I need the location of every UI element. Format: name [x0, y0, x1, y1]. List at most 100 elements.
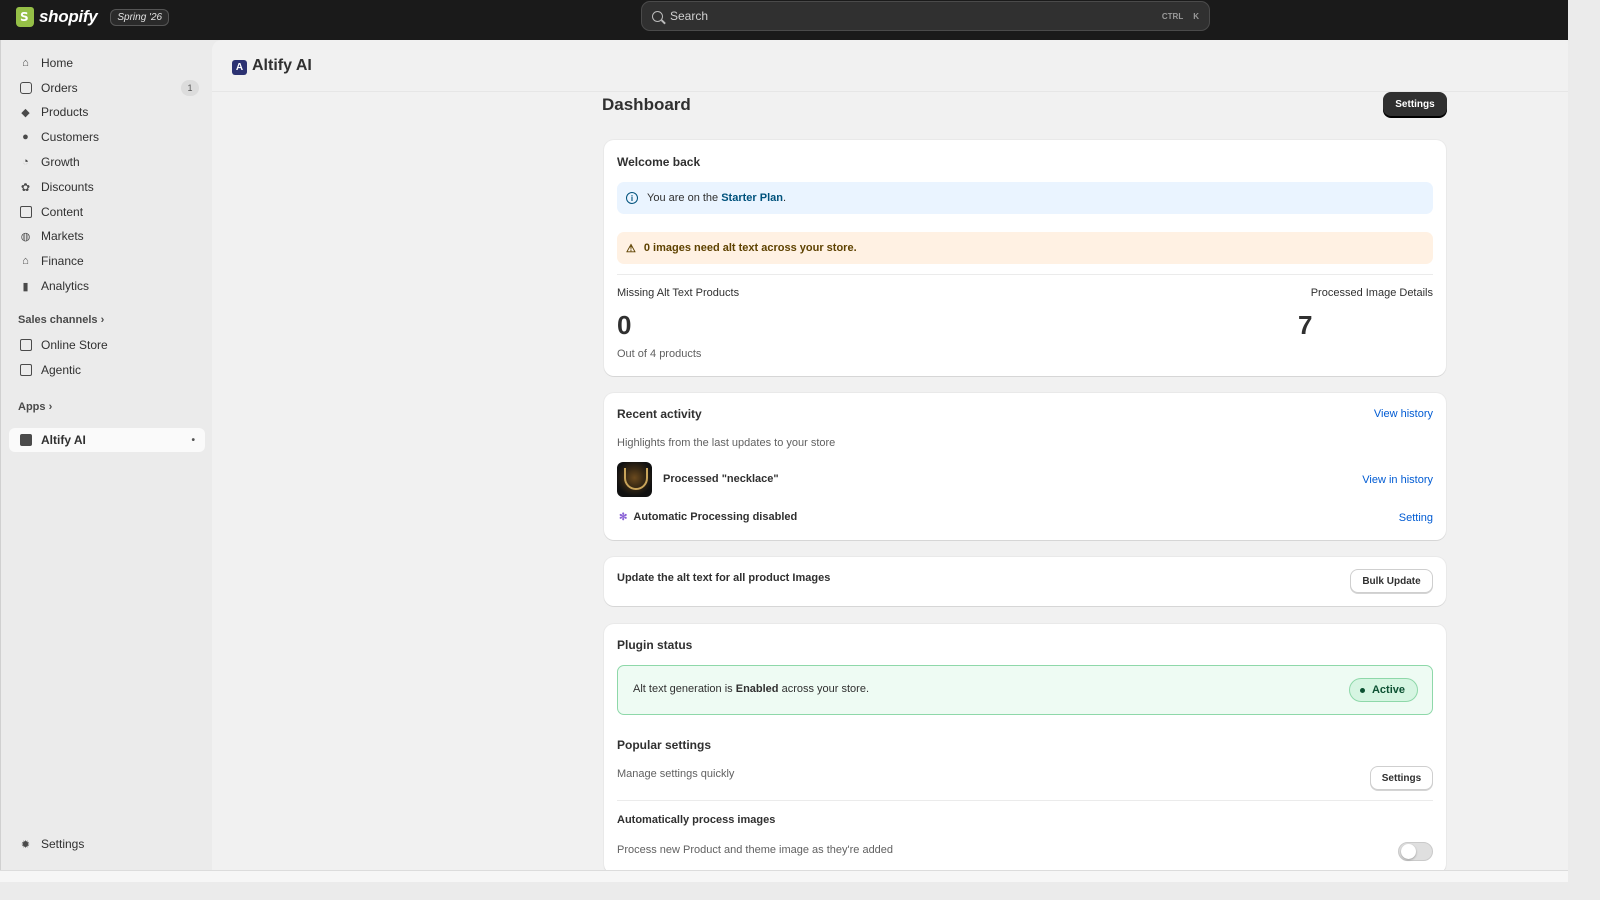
- bulk-update-button[interactable]: Bulk Update: [1350, 569, 1433, 593]
- warning-text: 0 images need alt text across your store…: [643, 242, 857, 254]
- sidebar-item-label: Content: [41, 205, 84, 219]
- missing-alt-label: Missing Alt Text Products: [617, 287, 740, 299]
- search-input[interactable]: Search CTRL K: [641, 1, 1210, 31]
- sidebar-item-label: Growth: [41, 155, 80, 169]
- sidebar-item-products[interactable]: ◆ Products: [9, 100, 205, 124]
- discount-icon: ✿: [20, 181, 31, 194]
- sidebar-item-label: Altify AI: [41, 433, 86, 447]
- plan-suffix: .: [782, 192, 787, 204]
- divider: [617, 274, 1433, 275]
- shortcut-key: K: [1193, 11, 1199, 21]
- recent-activity-card: Recent activity View history Highlights …: [604, 393, 1446, 540]
- globe-icon: ◍: [20, 230, 31, 243]
- plan-name[interactable]: Starter Plan: [721, 192, 783, 204]
- activity-item-text: Processed "necklace": [663, 473, 779, 485]
- search-icon: [652, 10, 663, 22]
- auto-processing-text: Automatic Processing disabled: [633, 511, 798, 523]
- sidebar-item-growth[interactable]: ◔ Growth: [9, 150, 205, 174]
- app-icon: [19, 434, 32, 447]
- bulk-update-text: Update the alt text for all product Imag…: [617, 572, 831, 584]
- plugin-status-card: Plugin status Alt text generation is Ena…: [604, 624, 1446, 874]
- auto-process-subtitle: Process new Product and theme image as t…: [617, 844, 894, 856]
- alt-text-warning-banner: ⚠ 0 images need alt text across your sto…: [617, 232, 1433, 264]
- sidebar-item-discounts[interactable]: ✿ Discounts: [9, 175, 205, 199]
- active-dot-icon: •: [191, 434, 195, 446]
- recent-activity-subtitle: Highlights from the last updates to your…: [617, 437, 836, 449]
- popular-settings-button[interactable]: Settings: [1370, 766, 1433, 790]
- sidebar-item-label: Online Store: [41, 338, 108, 352]
- sidebar-item-orders[interactable]: Orders 1: [9, 76, 205, 100]
- sidebar-item-customers[interactable]: ● Customers: [9, 125, 205, 149]
- orders-count-badge: 1: [181, 80, 199, 96]
- missing-alt-subtext: Out of 4 products: [617, 348, 702, 360]
- processed-value: 7: [1298, 310, 1313, 340]
- sidebar-item-label: Customers: [41, 130, 100, 144]
- sales-channels-label: Sales channels: [18, 314, 98, 326]
- sidebar-item-label: Analytics: [41, 279, 90, 293]
- chevron-right-icon: ›: [100, 314, 105, 326]
- edition-badge[interactable]: Spring '26: [110, 8, 170, 26]
- altify-logo-icon: A: [232, 60, 247, 75]
- status-dot-icon: [1359, 687, 1365, 693]
- status-prefix: Alt text generation is: [633, 683, 736, 695]
- view-in-history-link[interactable]: View in history: [1362, 474, 1433, 486]
- view-history-link[interactable]: View history: [1374, 408, 1433, 420]
- plan-prefix: You are on the: [647, 192, 722, 204]
- chevron-right-icon: ›: [48, 401, 53, 413]
- apps-heading[interactable]: Apps ›: [18, 401, 52, 413]
- status-suffix: across your store.: [778, 683, 870, 695]
- gauge-icon: ◔: [22, 156, 29, 168]
- necklace-thumbnail: [617, 462, 652, 497]
- setting-link[interactable]: Setting: [1399, 512, 1433, 524]
- shortcut-ctrl: CTRL: [1161, 11, 1184, 21]
- sidebar-item-label: Orders: [41, 81, 78, 95]
- person-icon: ●: [22, 131, 29, 143]
- brand-name: shopify: [39, 7, 98, 26]
- home-icon: ⌂: [22, 57, 29, 69]
- gear-icon: ✹: [20, 838, 31, 851]
- processed-label: Processed Image Details: [1310, 287, 1433, 299]
- status-enabled: Enabled: [735, 683, 779, 695]
- sidebar-item-markets[interactable]: ◍ Markets: [9, 224, 205, 248]
- plugin-status-title: Plugin status: [617, 638, 693, 652]
- sidebar-item-online-store[interactable]: Online Store: [9, 333, 205, 357]
- apps-label: Apps: [18, 401, 46, 413]
- sidebar-item-altify-ai[interactable]: Altify AI •: [9, 428, 205, 452]
- agentic-icon: [19, 364, 32, 377]
- sidebar-item-finance[interactable]: ⌂ Finance: [9, 249, 205, 273]
- tag-icon: ◆: [21, 106, 30, 119]
- shopify-bag-icon: [16, 7, 34, 27]
- sidebar-item-analytics[interactable]: ▮ Analytics: [9, 274, 205, 298]
- auto-process-toggle[interactable]: [1398, 842, 1433, 861]
- missing-alt-value: 0: [617, 310, 632, 340]
- sidebar-item-label: Products: [41, 105, 89, 119]
- app-title: Altify AI: [252, 57, 312, 74]
- auto-processing-status: ✻ Automatic Processing disabled: [619, 511, 797, 523]
- settings-button[interactable]: Settings: [1383, 92, 1447, 117]
- bar-chart-icon: ▮: [22, 280, 29, 293]
- sidebar-item-settings[interactable]: ✹ Settings: [9, 832, 205, 856]
- info-icon: i: [626, 192, 638, 204]
- content-icon: [19, 206, 32, 219]
- status-badge-label: Active: [1371, 684, 1405, 696]
- sidebar-item-content[interactable]: Content: [9, 200, 205, 224]
- bulk-update-card: Update the alt text for all product Imag…: [604, 557, 1446, 606]
- welcome-card: Welcome back i You are on the Starter Pl…: [604, 140, 1446, 376]
- plugin-status-text: Alt text generation is Enabled across yo…: [633, 683, 869, 695]
- auto-process-title: Automatically process images: [617, 814, 776, 826]
- sales-channels-heading[interactable]: Sales channels ›: [18, 314, 104, 326]
- inbox-icon: [19, 82, 32, 95]
- sidebar-item-agentic[interactable]: Agentic: [9, 358, 205, 382]
- sidebar-item-home[interactable]: ⌂ Home: [9, 51, 205, 75]
- sidebar-item-label: Finance: [41, 254, 84, 268]
- status-badge: Active: [1348, 678, 1418, 702]
- warning-icon: ⚠: [626, 242, 636, 255]
- popular-settings-subtitle: Manage settings quickly: [617, 768, 735, 780]
- search-placeholder: Search: [670, 9, 709, 23]
- shopify-logo[interactable]: shopify Spring '26: [16, 7, 170, 27]
- toggle-knob: [1401, 844, 1416, 859]
- welcome-title: Welcome back: [617, 155, 701, 169]
- popular-settings-title: Popular settings: [617, 738, 712, 752]
- plugin-status-banner: Alt text generation is Enabled across yo…: [617, 665, 1433, 715]
- sidebar-item-label: Discounts: [41, 180, 94, 194]
